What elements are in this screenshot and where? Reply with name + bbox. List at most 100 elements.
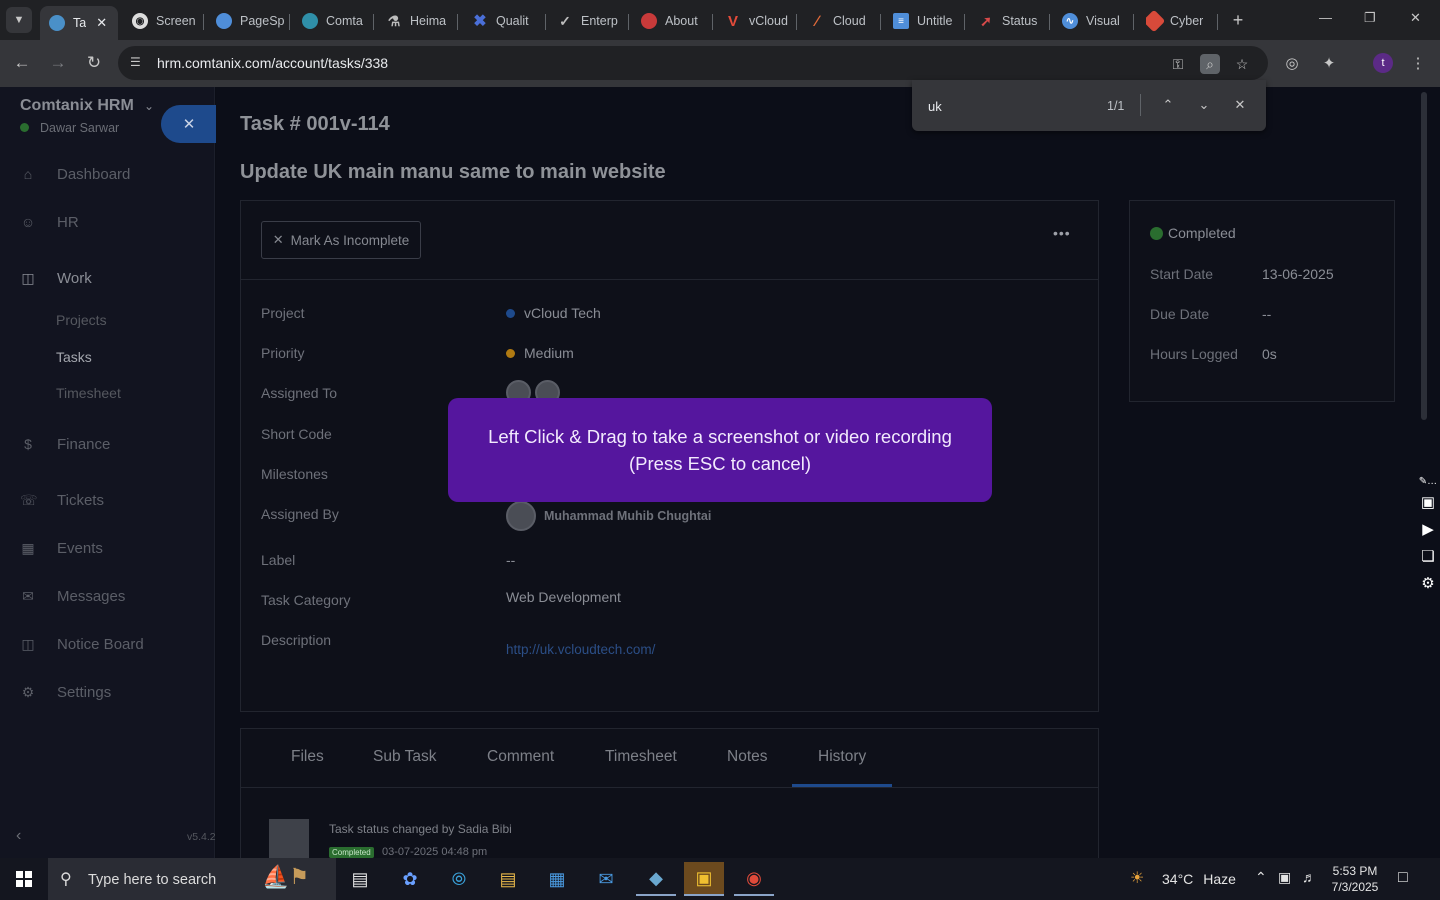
browser-tab-cyber[interactable]: Cyber <box>1146 6 1218 36</box>
browser-tab-enterprise[interactable]: ✓ Enterp <box>557 6 629 36</box>
project-label: Project <box>261 305 305 321</box>
close-window-icon[interactable]: ✕ <box>1410 10 1421 26</box>
screenshot-icon: ◉ <box>132 13 148 29</box>
bookmark-star-icon[interactable]: ☆ <box>1232 54 1252 74</box>
weather-widget[interactable]: ☀ 34°C Haze <box>1130 868 1236 890</box>
restore-window-icon[interactable]: ❐ <box>1364 10 1376 26</box>
sidebar-item-timesheet[interactable]: Timesheet <box>56 385 121 401</box>
scrollbar-thumb[interactable] <box>1421 92 1427 420</box>
app-version: v5.4.2 <box>187 831 216 843</box>
mark-as-incomplete-button[interactable]: ✕ Mark As Incomplete <box>261 221 421 259</box>
profile-avatar[interactable]: t <box>1373 53 1393 73</box>
sidebar-item-tasks[interactable]: Tasks <box>56 349 92 365</box>
extension-globe-icon[interactable]: ◎ <box>1281 52 1303 74</box>
tab-timesheet[interactable]: Timesheet <box>605 748 677 766</box>
close-icon: ✕ <box>182 116 196 133</box>
brand-name[interactable]: Comtanix HRM <box>20 97 134 115</box>
file-explorer-icon[interactable]: ▤ <box>488 862 528 896</box>
forward-arrow-icon[interactable]: → <box>46 51 70 75</box>
project-value[interactable]: vCloud Tech <box>506 305 601 321</box>
browser-tab-cloud[interactable]: ∕ Cloud <box>809 6 881 36</box>
minimize-window-icon[interactable]: — <box>1319 10 1332 25</box>
site-info-icon[interactable]: ☰ <box>130 55 146 71</box>
tab-files[interactable]: Files <box>291 748 324 766</box>
camera-icon[interactable]: ▣ <box>1417 491 1439 513</box>
close-tab-icon[interactable]: ✕ <box>96 15 107 31</box>
gear-icon[interactable]: ⚙ <box>1417 572 1439 594</box>
close-panel-button[interactable]: ✕ <box>161 105 217 143</box>
network-icon[interactable]: ▣ <box>1278 869 1291 886</box>
browser-tab-screen[interactable]: ◉ Screen <box>132 6 204 36</box>
browser-tab-quality[interactable]: ✖ Qualit <box>472 6 546 36</box>
find-in-page-icon[interactable]: ⌕ <box>1200 54 1220 74</box>
due-date-value: -- <box>1262 306 1272 322</box>
browser-tab-untitled[interactable]: ≡ Untitle <box>893 6 965 36</box>
chevron-down-icon[interactable]: ⌄ <box>144 99 154 113</box>
browser-tab-status[interactable]: ➚ Status <box>978 6 1050 36</box>
notification-center-icon[interactable]: □ <box>1398 869 1408 887</box>
key-icon[interactable]: ⚿ <box>1168 54 1188 74</box>
mail-icon[interactable]: ✉ <box>586 862 626 896</box>
browser-tab-comtanix[interactable]: Comta <box>302 6 374 36</box>
sidebar-item-events[interactable]: ▦ Events <box>20 538 102 558</box>
tab-notes[interactable]: Notes <box>727 748 768 766</box>
search-highlight-illustration: ⛵⚑ <box>262 864 310 889</box>
chrome-menu-icon[interactable]: ⋮ <box>1407 52 1429 74</box>
clock-time: 5:53 PM <box>1332 864 1378 878</box>
taskbar-search-box[interactable]: ⚲ Type here to search ⛵⚑ <box>48 858 336 900</box>
back-arrow-icon[interactable]: ← <box>10 51 34 75</box>
divider <box>1140 94 1141 116</box>
avatar[interactable] <box>506 501 536 531</box>
volume-icon[interactable]: ♬ <box>1302 869 1316 885</box>
task-view-icon[interactable]: ▤ <box>340 862 380 896</box>
chrome-taskbar-icon[interactable]: ◉ <box>734 862 774 896</box>
app-diamond-icon[interactable]: ◆ <box>636 862 676 896</box>
address-bar[interactable]: ☰ hrm.comtanix.com/account/tasks/338 ⚿ ⌕… <box>118 46 1268 80</box>
collapse-sidebar-icon[interactable]: ‹ <box>16 827 21 845</box>
copilot-icon[interactable]: ✿ <box>390 862 430 896</box>
browser-tab-pagespeed[interactable]: PageSp <box>216 6 290 36</box>
sidebar-item-notice-board[interactable]: ◫ Notice Board <box>20 634 143 654</box>
sticky-notes-icon[interactable]: ▣ <box>684 862 724 896</box>
calendar-icon: ▦ <box>21 539 35 556</box>
browser-tab-visual[interactable]: ∿ Visual <box>1062 6 1134 36</box>
chevron-down-icon[interactable]: ⌄ <box>1194 95 1214 115</box>
browser-tab-tasks[interactable]: Ta ✕ <box>40 6 118 40</box>
tab-sub-task[interactable]: Sub Task <box>373 748 436 766</box>
sidebar-item-projects[interactable]: Projects <box>56 312 107 328</box>
more-options-icon[interactable]: ••• <box>1053 225 1071 241</box>
show-hidden-icons-chevron-icon[interactable]: ⌃ <box>1255 869 1267 886</box>
edge-icon[interactable]: ⦾ <box>439 862 479 896</box>
video-camera-icon[interactable]: ▶ <box>1417 518 1439 540</box>
sidebar-item-tickets[interactable]: ☏ Tickets <box>20 490 104 510</box>
tab-history[interactable]: History <box>818 748 866 766</box>
close-icon[interactable]: ✕ <box>1230 95 1250 115</box>
search-placeholder: Type here to search <box>88 872 217 888</box>
url-text[interactable]: hrm.comtanix.com/account/tasks/338 <box>157 55 388 71</box>
sidebar-item-work[interactable]: ◫ Work <box>20 268 91 288</box>
chevron-up-icon[interactable]: ⌃ <box>1158 95 1178 115</box>
find-input[interactable]: uk <box>928 99 942 114</box>
windows-taskbar: ⚲ Type here to search ⛵⚑ ▤ ✿ ⦾ ▤ ▦ ✉ ◆ ▣… <box>0 858 1440 900</box>
new-tab-plus-icon[interactable]: + <box>1226 8 1250 32</box>
reload-icon[interactable]: ↻ <box>82 51 106 75</box>
description-link[interactable]: http://uk.vcloudtech.com/ <box>506 642 655 657</box>
window-capture-icon[interactable]: ❏ <box>1417 545 1439 567</box>
browser-tab-vcloud[interactable]: VvCloud <box>725 6 797 36</box>
store-icon[interactable]: ▦ <box>537 862 577 896</box>
tab-search-button[interactable]: ▼ <box>6 7 32 33</box>
extensions-puzzle-icon[interactable]: ✦ <box>1318 52 1340 74</box>
system-clock[interactable]: 5:53 PM 7/3/2025 <box>1324 863 1386 895</box>
sidebar-item-finance[interactable]: $ Finance <box>20 434 110 454</box>
tab-comment[interactable]: Comment <box>487 748 554 766</box>
start-button[interactable] <box>6 864 42 894</box>
pencil-icon[interactable]: ✎… <box>1417 474 1439 488</box>
sidebar-item-hr[interactable]: ☺ HR <box>20 212 79 232</box>
browser-tab-about[interactable]: About <box>641 6 713 36</box>
sidebar-item-messages[interactable]: ✉ Messages <box>20 586 125 606</box>
status-badge: Completed <box>1150 225 1236 241</box>
sidebar-item-dashboard[interactable]: ⌂ Dashboard <box>20 164 131 184</box>
browser-tab-heimat[interactable]: ⚗ Heima <box>386 6 458 36</box>
sidebar-item-settings[interactable]: ⚙ Settings <box>20 682 111 702</box>
description-label: Description <box>261 632 332 648</box>
